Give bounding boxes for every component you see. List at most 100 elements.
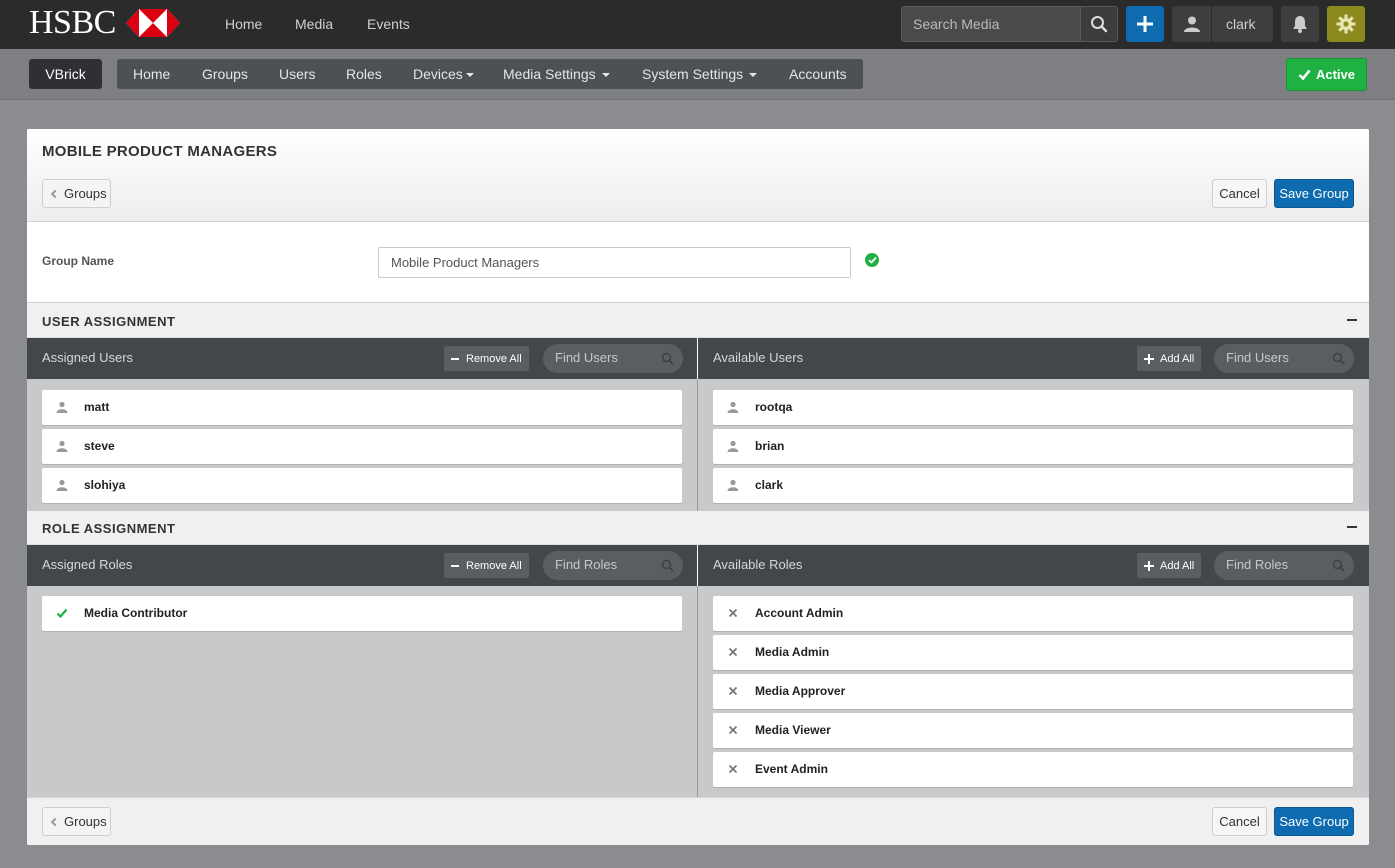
user-icon <box>56 401 68 413</box>
search-icon <box>1332 559 1345 572</box>
user-assignment-title: USER ASSIGNMENT <box>42 314 176 329</box>
role-assignment-header[interactable]: ROLE ASSIGNMENT <box>27 511 1369 545</box>
list-item[interactable]: Media Viewer <box>713 713 1353 748</box>
plus-icon <box>1144 353 1154 364</box>
user-name: clark <box>755 478 784 492</box>
user-name: rootqa <box>755 400 793 414</box>
account-button[interactable]: VBrick <box>29 59 102 89</box>
assigned-users-title: Assigned Users <box>42 350 134 365</box>
list-item[interactable]: rootqa <box>713 390 1353 425</box>
list-item[interactable]: clark <box>713 468 1353 503</box>
list-item[interactable]: Media Approver <box>713 674 1353 709</box>
list-item[interactable]: Media Contributor <box>42 596 682 631</box>
admin-settings-button[interactable] <box>1327 6 1365 42</box>
user-icon <box>727 479 739 491</box>
search-button[interactable] <box>1080 6 1118 42</box>
gear-icon <box>1336 14 1356 34</box>
search-input[interactable]: Search Media <box>901 6 1081 42</box>
back-label: Groups <box>64 186 107 201</box>
topnav-media[interactable]: Media <box>295 16 333 32</box>
back-to-groups-button[interactable]: Groups <box>42 807 111 836</box>
role-name: Account Admin <box>755 606 844 620</box>
remove-all-roles-button[interactable]: Remove All <box>444 553 529 578</box>
brand-logo[interactable]: HSBC <box>29 6 180 40</box>
list-item[interactable]: brian <box>713 429 1353 464</box>
admin-nav-media-settings-label: Media Settings <box>503 66 596 82</box>
admin-nav-system-settings[interactable]: System Settings <box>642 66 758 82</box>
admin-nav-devices[interactable]: Devices <box>413 66 474 82</box>
remove-all-users-button[interactable]: Remove All <box>444 346 529 371</box>
user-assignment-header[interactable]: USER ASSIGNMENT <box>27 303 1369 338</box>
group-name-input[interactable] <box>378 247 851 278</box>
available-users-list: rootqa brian clark <box>698 379 1369 511</box>
group-name-row: Group Name <box>27 222 1369 303</box>
admin-nav-media-settings[interactable]: Media Settings <box>503 66 610 82</box>
list-item[interactable]: Account Admin <box>713 596 1353 631</box>
admin-nav-groups[interactable]: Groups <box>202 66 248 82</box>
panel-footer: Groups Cancel Save Group <box>27 797 1369 845</box>
search-icon <box>1332 352 1345 365</box>
admin-nav-home[interactable]: Home <box>133 66 170 82</box>
user-menu-button[interactable]: clark <box>1172 6 1273 42</box>
add-all-users-button[interactable]: Add All <box>1137 346 1202 371</box>
user-icon <box>727 440 739 452</box>
panel-header: MOBILE PRODUCT MANAGERS Groups Cancel Sa… <box>27 129 1369 222</box>
logo-text: HSBC <box>29 4 116 41</box>
add-media-button[interactable] <box>1126 6 1164 42</box>
cancel-button[interactable]: Cancel <box>1212 179 1267 208</box>
find-assigned-roles-input[interactable]: Find Roles <box>543 551 683 580</box>
add-all-roles-button[interactable]: Add All <box>1137 553 1202 578</box>
find-available-roles-input[interactable]: Find Roles <box>1214 551 1354 580</box>
user-name: clark <box>1226 16 1256 32</box>
assigned-roles-title: Assigned Roles <box>42 557 133 572</box>
cancel-button[interactable]: Cancel <box>1212 807 1267 836</box>
group-name-label: Group Name <box>42 254 115 268</box>
role-name: Media Approver <box>755 684 846 698</box>
find-placeholder: Find Roles <box>555 557 618 572</box>
x-icon <box>728 725 738 735</box>
collapse-icon[interactable] <box>1347 526 1357 528</box>
find-placeholder: Find Users <box>1226 350 1289 365</box>
find-available-users-input[interactable]: Find Users <box>1214 344 1354 373</box>
list-item[interactable]: steve <box>42 429 682 464</box>
active-status-button[interactable]: Active <box>1286 58 1367 91</box>
caret-down-icon <box>601 73 610 78</box>
search-icon <box>661 352 674 365</box>
add-all-label: Add All <box>1160 559 1195 572</box>
find-placeholder: Find Roles <box>1226 557 1289 572</box>
caret-down-icon <box>749 73 758 78</box>
user-name: steve <box>84 439 115 453</box>
admin-nav-roles[interactable]: Roles <box>346 66 382 82</box>
admin-nav-accounts[interactable]: Accounts <box>789 66 847 82</box>
collapse-icon[interactable] <box>1347 319 1357 321</box>
top-navbar: HSBC Home Media Events Search Media clar… <box>0 0 1395 49</box>
back-to-groups-button[interactable]: Groups <box>42 179 111 208</box>
check-icon <box>1298 69 1311 80</box>
x-icon <box>728 647 738 657</box>
list-item[interactable]: matt <box>42 390 682 425</box>
admin-nav-users[interactable]: Users <box>279 66 316 82</box>
topnav-home[interactable]: Home <box>225 16 262 32</box>
find-assigned-users-input[interactable]: Find Users <box>543 344 683 373</box>
assigned-users-header: Assigned Users Remove All Find Users <box>27 338 697 379</box>
plus-icon <box>1144 560 1154 571</box>
x-icon <box>728 608 738 618</box>
list-item[interactable]: slohiya <box>42 468 682 503</box>
save-group-button[interactable]: Save Group <box>1274 179 1354 208</box>
admin-nav: Home Groups Users Roles Devices Media Se… <box>117 59 863 89</box>
user-icon <box>56 440 68 452</box>
list-item[interactable]: Event Admin <box>713 752 1353 787</box>
find-placeholder: Find Users <box>555 350 618 365</box>
user-name: matt <box>84 400 110 414</box>
notifications-button[interactable] <box>1281 6 1319 42</box>
user-name: slohiya <box>84 478 126 492</box>
admin-navbar: VBrick Home Groups Users Roles Devices M… <box>0 49 1395 100</box>
search-icon <box>1091 16 1108 33</box>
topnav-events[interactable]: Events <box>367 16 410 32</box>
save-group-button[interactable]: Save Group <box>1274 807 1354 836</box>
user-name: brian <box>755 439 785 453</box>
user-icon <box>56 479 68 491</box>
chevron-left-icon <box>50 817 60 826</box>
list-item[interactable]: Media Admin <box>713 635 1353 670</box>
role-name: Event Admin <box>755 762 828 776</box>
